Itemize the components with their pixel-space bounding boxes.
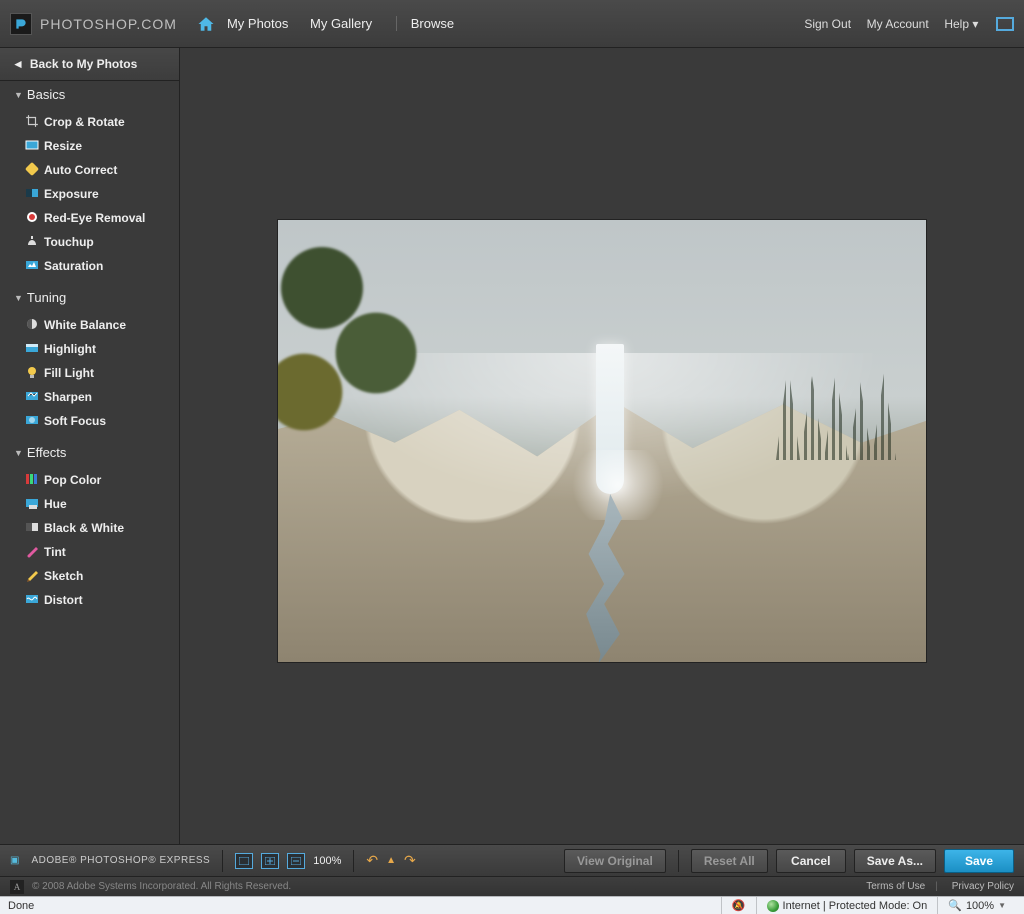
section-basics-label: Basics	[27, 87, 65, 102]
link-terms[interactable]: Terms of Use	[866, 881, 925, 892]
tool-exposure[interactable]: Exposure	[0, 182, 179, 206]
zoom-value: 100%	[313, 855, 341, 867]
section-tuning[interactable]: ▼ Tuning	[0, 284, 179, 311]
wand-icon	[24, 161, 40, 177]
zoom-out-button[interactable]	[287, 853, 305, 869]
bw-icon	[24, 519, 40, 535]
sidebar: ◄ Back to My Photos ▼ Basics Crop & Rotat…	[0, 48, 180, 844]
browser-status-bar: Done 🔕 Internet | Protected Mode: On 🔍10…	[0, 896, 1024, 914]
touchup-icon	[24, 233, 40, 249]
crop-icon	[24, 113, 40, 129]
main-area: ◄ Back to My Photos ▼ Basics Crop & Rotat…	[0, 48, 1024, 844]
status-zoom[interactable]: 🔍100% ▼	[937, 897, 1016, 914]
adobe-logo-icon: A	[10, 880, 24, 894]
tool-crop-rotate[interactable]: Crop & Rotate	[0, 110, 179, 134]
app-label: ADOBE® PHOTOSHOP® EXPRESS	[31, 855, 210, 866]
save-button[interactable]: Save	[944, 849, 1014, 873]
link-sign-out[interactable]: Sign Out	[804, 17, 851, 31]
tool-pop-color[interactable]: Pop Color	[0, 468, 179, 492]
brand-label: PHOTOSHOP.COM	[40, 16, 177, 32]
redo-button[interactable]: ↷	[404, 852, 416, 869]
back-to-photos[interactable]: ◄ Back to My Photos	[0, 48, 179, 81]
canvas-area	[180, 48, 1024, 844]
tool-saturation[interactable]: Saturation	[0, 254, 179, 278]
fit-screen-button[interactable]	[235, 853, 253, 869]
link-help[interactable]: Help ▾	[944, 17, 978, 31]
bulb-icon	[24, 364, 40, 380]
resize-icon	[24, 137, 40, 153]
red-eye-icon	[24, 209, 40, 225]
tool-white-balance[interactable]: White Balance	[0, 313, 179, 337]
collapse-icon: ▼	[14, 448, 23, 458]
save-as-button[interactable]: Save As...	[854, 849, 936, 873]
fullscreen-icon[interactable]	[996, 17, 1014, 31]
pencil-icon	[24, 567, 40, 583]
zoom-in-button[interactable]	[261, 853, 279, 869]
section-tuning-label: Tuning	[27, 290, 66, 305]
exposure-icon	[24, 185, 40, 201]
nav-my-photos[interactable]: My Photos	[227, 16, 288, 31]
top-right: Sign Out My Account Help ▾	[792, 16, 1014, 32]
tool-sharpen[interactable]: Sharpen	[0, 385, 179, 409]
pop-color-icon	[24, 471, 40, 487]
tool-auto-correct[interactable]: Auto Correct	[0, 158, 179, 182]
status-popup-icon[interactable]: 🔕	[721, 897, 756, 914]
tint-icon	[24, 543, 40, 559]
section-effects-label: Effects	[27, 445, 67, 460]
tool-fill-light[interactable]: Fill Light	[0, 361, 179, 385]
tool-touchup[interactable]: Touchup	[0, 230, 179, 254]
link-my-account[interactable]: My Account	[867, 17, 929, 31]
footer-bar: A © 2008 Adobe Systems Incorporated. All…	[0, 876, 1024, 896]
distort-icon	[24, 591, 40, 607]
bottom-toolbar: ▣ ADOBE® PHOTOSHOP® EXPRESS 100% ↶ ▲ ↷ V…	[0, 844, 1024, 876]
tool-distort[interactable]: Distort	[0, 588, 179, 612]
reset-all-button[interactable]: Reset All	[691, 849, 768, 873]
soft-focus-icon	[24, 412, 40, 428]
highlight-icon	[24, 340, 40, 356]
tool-tint[interactable]: Tint	[0, 540, 179, 564]
tool-highlight[interactable]: Highlight	[0, 337, 179, 361]
status-text: Done	[8, 900, 34, 912]
section-basics[interactable]: ▼ Basics	[0, 81, 179, 108]
view-original-button[interactable]: View Original	[564, 849, 666, 873]
chevron-down-icon: ▾	[972, 17, 978, 31]
home-icon[interactable]	[197, 15, 215, 33]
globe-icon	[767, 900, 779, 912]
copyright-text: © 2008 Adobe Systems Incorporated. All R…	[32, 881, 291, 892]
photo-canvas[interactable]	[278, 220, 926, 662]
top-bar: PHOTOSHOP.COM My Photos My Gallery Brows…	[0, 0, 1024, 48]
tool-hue[interactable]: Hue	[0, 492, 179, 516]
sharpen-icon	[24, 388, 40, 404]
collapse-icon: ▼	[14, 293, 23, 303]
nav-my-gallery[interactable]: My Gallery	[310, 16, 372, 31]
psx-badge: ▣	[10, 855, 19, 866]
saturation-icon	[24, 257, 40, 273]
top-nav: My Photos My Gallery Browse	[227, 16, 472, 31]
status-zone[interactable]: Internet | Protected Mode: On	[756, 897, 938, 914]
section-effects[interactable]: ▼ Effects	[0, 439, 179, 466]
nav-browse[interactable]: Browse	[411, 16, 454, 31]
chevron-down-icon: ▼	[998, 901, 1006, 910]
tool-black-white[interactable]: Black & White	[0, 516, 179, 540]
tool-resize[interactable]: Resize	[0, 134, 179, 158]
hue-icon	[24, 495, 40, 511]
app-logo	[10, 13, 32, 35]
undo-history-button[interactable]: ▲	[386, 855, 396, 866]
back-label: Back to My Photos	[30, 57, 137, 71]
tool-sketch[interactable]: Sketch	[0, 564, 179, 588]
undo-button[interactable]: ↶	[366, 852, 378, 869]
link-privacy[interactable]: Privacy Policy	[952, 881, 1014, 892]
tool-red-eye[interactable]: Red-Eye Removal	[0, 206, 179, 230]
tool-soft-focus[interactable]: Soft Focus	[0, 409, 179, 433]
white-balance-icon	[24, 316, 40, 332]
cancel-button[interactable]: Cancel	[776, 849, 846, 873]
back-arrow-icon: ◄	[12, 57, 24, 71]
nav-separator	[396, 16, 397, 31]
collapse-icon: ▼	[14, 90, 23, 100]
